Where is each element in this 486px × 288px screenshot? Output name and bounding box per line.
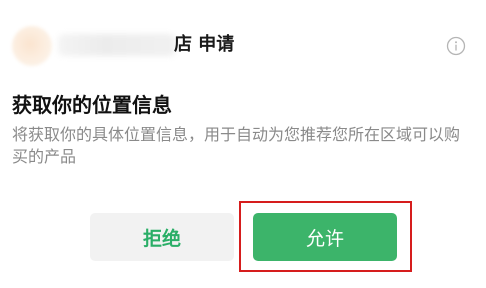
permission-description: 将获取你的具体位置信息，用于自动为您推荐您所在区域可以购买的产品 <box>12 125 461 166</box>
app-avatar <box>12 26 52 66</box>
allow-button[interactable]: 允许 <box>253 213 397 261</box>
deny-button[interactable]: 拒绝 <box>90 213 234 261</box>
dialog-header: 店 申请 <box>0 22 486 72</box>
deny-button-label: 拒绝 <box>142 227 181 250</box>
permission-dialog: 店 申请 获取你的位置信息 将获取你的具体位置信息，用于自动为您推荐您所在区域可… <box>0 0 486 288</box>
info-icon[interactable] <box>446 36 466 56</box>
app-title: 店 申请 <box>174 34 235 55</box>
permission-title: 获取你的位置信息 <box>12 93 172 117</box>
blurred-app-name <box>58 34 176 56</box>
allow-button-label: 允许 <box>305 227 344 250</box>
